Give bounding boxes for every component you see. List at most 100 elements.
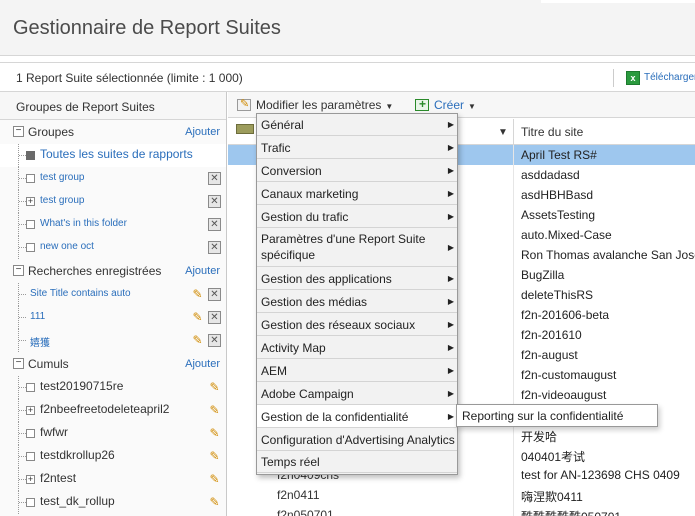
create-button[interactable]: Créer▼ <box>415 97 476 112</box>
menu-item[interactable]: Canaux marketing ▶ <box>257 182 457 205</box>
group-item[interactable]: new one oct ✕ <box>0 236 226 259</box>
selection-bar: 1 Report Suite sélectionnée (limite : 1 … <box>0 62 695 92</box>
group-label[interactable]: new one oct <box>40 241 94 252</box>
delete-icon[interactable]: ✕ <box>208 241 221 254</box>
group-item[interactable]: What's in this folder ✕ <box>0 213 226 236</box>
edit-icon[interactable]: ✎ <box>190 310 205 324</box>
edit-icon[interactable]: ✎ <box>207 426 222 440</box>
chevron-right-icon: ▶ <box>447 120 454 129</box>
saved-search-label[interactable]: 111 <box>30 311 45 322</box>
group-item[interactable]: + test group ✕ <box>0 190 226 213</box>
group-label[interactable]: What's in this folder <box>40 218 127 229</box>
expand-icon[interactable]: + <box>26 406 35 415</box>
saved-search-item[interactable]: 嬉獲 ✎ ✕ <box>0 329 226 352</box>
saved-searches-section-header: − Recherches enregistrées Ajouter <box>0 259 226 283</box>
site-title-cell: test for AN-123698 CHS 0409 <box>521 468 680 482</box>
menu-item[interactable]: Gestion de la confidentialité ▶ <box>257 405 457 428</box>
rollup-label[interactable]: f2ntest <box>40 471 76 485</box>
delete-icon[interactable]: ✕ <box>208 311 221 324</box>
edit-icon[interactable]: ✎ <box>207 449 222 463</box>
rollup-label[interactable]: f2nbeefreetodeleteapril2 <box>40 402 169 416</box>
saved-search-label[interactable]: 嬉獲 <box>30 334 50 349</box>
group-label[interactable]: test group <box>40 172 84 183</box>
delete-icon[interactable]: ✕ <box>208 218 221 231</box>
menu-item[interactable]: Général ▶ <box>257 114 457 136</box>
sort-icon[interactable]: ▼ <box>498 127 508 138</box>
edit-icon[interactable]: ✎ <box>207 495 222 509</box>
menu-item[interactable]: Activity Map ▶ <box>257 336 457 359</box>
chevron-right-icon: ▶ <box>447 212 454 221</box>
download-link[interactable]: Télécharger <box>644 72 695 83</box>
group-label[interactable]: test group <box>40 195 84 206</box>
excel-icon[interactable]: x <box>626 71 640 85</box>
rollup-label[interactable]: fwfwr <box>40 425 68 439</box>
table-row[interactable]: f2n0411 嗨涅欺0411 <box>228 485 695 505</box>
menu-item[interactable]: Trafic ▶ <box>257 136 457 159</box>
menu-item[interactable]: Gestion des réseaux sociaux ▶ <box>257 313 457 336</box>
delete-icon[interactable]: ✕ <box>208 334 221 347</box>
edit-icon[interactable]: ✎ <box>190 287 205 301</box>
settings-menu: Général ▶ Trafic ▶ Conversion ▶ Canaux marketi… <box>256 113 458 475</box>
chevron-right-icon: ▶ <box>447 343 454 352</box>
menu-item[interactable]: Configuration d'Advertising Analytics <box>257 428 457 451</box>
menu-item[interactable]: Gestion des médias ▶ <box>257 290 457 313</box>
collapse-icon[interactable]: − <box>13 126 24 137</box>
rollup-item[interactable]: testdkrollup26 ✎ <box>0 445 226 468</box>
add-search-link[interactable]: Ajouter <box>185 265 220 277</box>
menu-item[interactable]: Paramètres d'une Report Suite spécifique… <box>257 228 457 267</box>
panel-title: Groupes de Report Suites <box>0 92 226 120</box>
rollup-label[interactable]: test20190715re <box>40 379 123 393</box>
menu-item-label: Adobe Campaign <box>261 387 354 401</box>
add-rollup-link[interactable]: Ajouter <box>185 358 220 370</box>
menu-item[interactable]: AEM ▶ <box>257 359 457 382</box>
menu-item-label: Paramètres d'une Report Suite spécifique <box>261 232 426 262</box>
create-label: Créer <box>434 98 465 112</box>
saved-search-item[interactable]: 111 ✎ ✕ <box>0 306 226 329</box>
edit-icon[interactable]: ✎ <box>207 472 222 486</box>
menu-item-label: Trafic <box>261 141 291 155</box>
rollup-label[interactable]: test_dk_rollup <box>40 494 115 508</box>
add-group-link[interactable]: Ajouter <box>185 126 220 138</box>
expand-icon[interactable]: + <box>26 197 35 206</box>
rollup-item[interactable]: fwfwr ✎ <box>0 422 226 445</box>
saved-searches-title: Recherches enregistrées <box>28 264 162 278</box>
saved-search-item[interactable]: Site Title contains auto ✎ ✕ <box>0 283 226 306</box>
edit-icon[interactable]: ✎ <box>190 333 205 347</box>
chevron-right-icon: ▶ <box>447 274 454 283</box>
site-title-cell: Ron Thomas avalanche San Jose <box>521 248 695 262</box>
menu-item[interactable]: Adobe Campaign ▶ <box>257 382 457 405</box>
group-item-all[interactable]: Toutes les suites de rapports <box>0 144 226 167</box>
rollup-item[interactable]: test20190715re ✎ <box>0 376 226 399</box>
rollup-item[interactable]: + f2ntest ✎ <box>0 468 226 491</box>
site-title-cell: AssetsTesting <box>521 208 596 222</box>
submenu-item-privacy-reporting[interactable]: Reporting sur la confidentialité <box>462 409 623 423</box>
expand-icon[interactable]: + <box>26 475 35 484</box>
group-label[interactable]: Toutes les suites de rapports <box>40 147 193 161</box>
site-title-cell: f2n-august <box>521 348 578 362</box>
collapse-icon[interactable]: − <box>13 265 24 276</box>
edit-icon[interactable]: ✎ <box>207 403 222 417</box>
collapse-icon[interactable]: − <box>13 358 24 369</box>
chevron-down-icon: ▼ <box>385 102 394 111</box>
menu-item-label: Canaux marketing <box>261 187 359 201</box>
menu-item[interactable]: Temps réel <box>257 451 457 473</box>
delete-icon[interactable]: ✕ <box>208 195 221 208</box>
delete-icon[interactable]: ✕ <box>208 288 221 301</box>
rollup-item[interactable]: + f2nbeefreetodeleteapril2 ✎ <box>0 399 226 422</box>
rollup-item[interactable]: test_dk_rollup ✎ <box>0 491 226 514</box>
privacy-submenu: Reporting sur la confidentialité <box>456 404 658 427</box>
site-title-cell: f2n-videoaugust <box>521 388 607 402</box>
table-row[interactable]: f2n050701 酷酷酷酷酷050701 <box>228 505 695 516</box>
site-title-cell: 嗨涅欺0411 <box>521 490 583 504</box>
edit-icon[interactable]: ✎ <box>207 380 222 394</box>
menu-item[interactable]: Conversion ▶ <box>257 159 457 182</box>
menu-item-label: Conversion <box>261 164 322 178</box>
group-item[interactable]: test group ✕ <box>0 167 226 190</box>
delete-icon[interactable]: ✕ <box>208 172 221 185</box>
menu-item[interactable]: Gestion des applications ▶ <box>257 267 457 290</box>
saved-search-label[interactable]: Site Title contains auto <box>30 288 131 299</box>
rollup-label[interactable]: testdkrollup26 <box>40 448 115 462</box>
edit-settings-button[interactable]: Modifier les paramètres▼ <box>237 97 394 112</box>
column-header-site-title[interactable]: Titre du site <box>521 125 583 139</box>
menu-item[interactable]: Gestion du trafic ▶ <box>257 205 457 228</box>
